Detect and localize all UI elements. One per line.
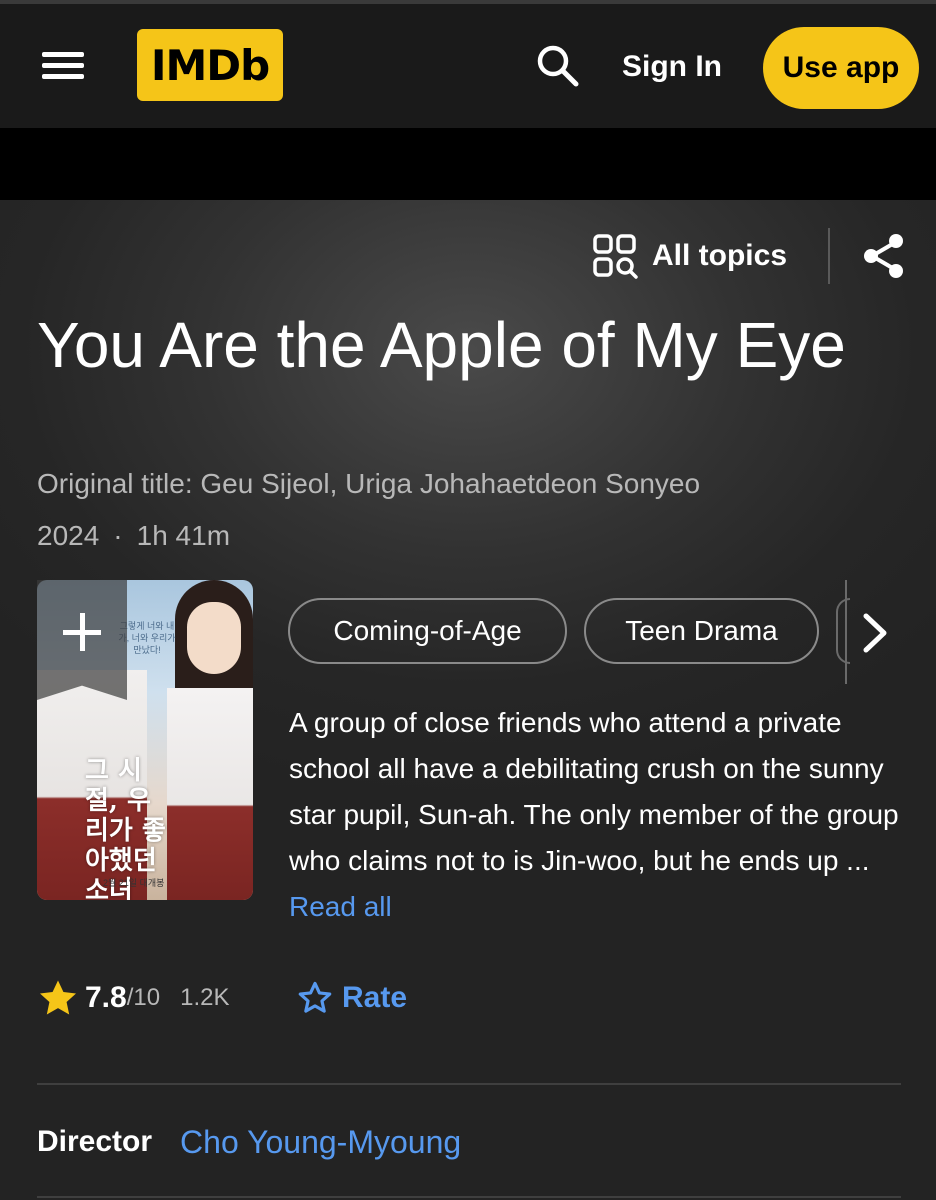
header-divider <box>828 228 830 284</box>
rate-label: Rate <box>342 981 408 1014</box>
star-outline-icon <box>298 981 332 1013</box>
use-app-button[interactable]: Use app <box>763 27 919 109</box>
search-icon[interactable] <box>532 40 582 90</box>
rating-score: 7.8 <box>85 981 127 1014</box>
chevron-right-icon[interactable] <box>858 610 892 656</box>
genre-chip-overflow <box>836 598 850 664</box>
all-topics-button[interactable]: All topics <box>592 230 787 282</box>
ad-banner <box>0 128 936 200</box>
original-title: Original title: Geu Sijeol, Uriga Johaha… <box>37 468 701 499</box>
director-row: Director Cho Young-Myoung <box>37 1120 461 1164</box>
director-label: Director <box>37 1125 153 1158</box>
read-all-link[interactable]: Read all <box>289 891 392 922</box>
all-topics-icon <box>593 234 638 279</box>
poster-girl-face <box>187 602 241 674</box>
share-icon[interactable] <box>858 230 910 282</box>
plot-text: A group of close friends who attend a pr… <box>289 707 899 876</box>
star-icon <box>39 980 77 1015</box>
plot-summary: A group of close friends who attend a pr… <box>289 700 909 930</box>
genre-chip[interactable]: Coming-of-Age <box>288 598 567 664</box>
section-divider <box>37 1196 901 1198</box>
meta-separator: · <box>113 520 123 551</box>
imdb-rating[interactable]: 7.8 /10 1.2K <box>37 976 229 1020</box>
rating-out-of: /10 <box>126 984 161 1011</box>
poster-release-date: 2월 21일 대개봉 <box>103 878 165 888</box>
runtime: 1h 41m <box>136 520 231 551</box>
title-hero: All topics You Are the Apple of My Eye O… <box>0 200 936 1200</box>
section-divider <box>37 1083 901 1085</box>
imdb-logo[interactable]: IMDb <box>137 29 283 101</box>
poster-girl-figure <box>167 688 253 900</box>
sign-in-link[interactable]: Sign In <box>622 44 722 90</box>
title-metadata: 2024 · 1h 41m <box>37 520 230 552</box>
chip-scroll-divider <box>845 580 847 684</box>
all-topics-label: All topics <box>652 239 788 272</box>
genre-chip[interactable]: Teen Drama <box>584 598 819 664</box>
add-watchlist-icon[interactable] <box>37 580 127 700</box>
rating-count: 1.2K <box>180 984 230 1011</box>
rate-button[interactable]: Rate <box>296 976 407 1020</box>
menu-icon[interactable] <box>40 48 86 84</box>
director-link[interactable]: Cho Young-Myoung <box>180 1124 461 1161</box>
top-nav-bar: IMDb Sign In Use app <box>0 4 936 128</box>
page-title: You Are the Apple of My Eye <box>37 309 846 381</box>
release-year[interactable]: 2024 <box>37 520 99 551</box>
